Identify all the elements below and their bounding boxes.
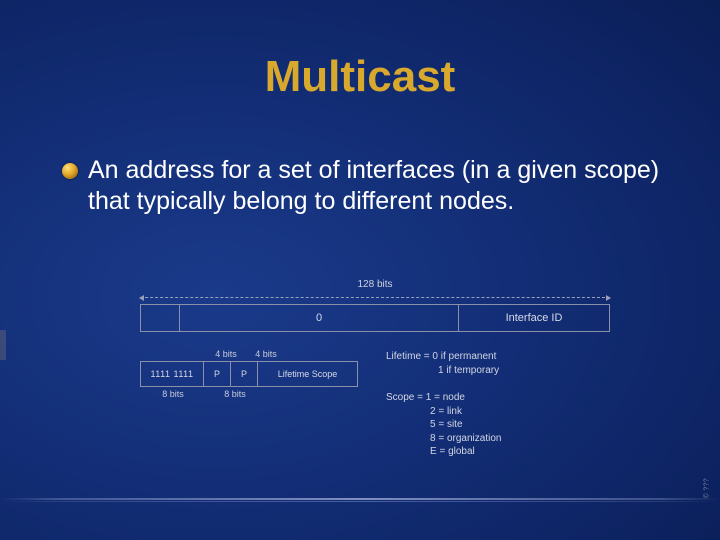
legend-lifetime-0: 0 if permanent <box>432 351 496 362</box>
legend-scope-key: Scope = <box>386 392 423 403</box>
diagram-legend: Lifetime = 0 if permanent 1 if temporary… <box>358 350 610 459</box>
sub-top-4bits-a: 4 bits <box>206 350 246 359</box>
diagram-bits-label: 128 bits <box>140 280 610 290</box>
sub-cell-prefix: 1111 1111 <box>141 362 204 386</box>
legend-lifetime-label: Lifetime = 0 if permanent <box>386 350 610 364</box>
copyright-text: © ??? <box>703 478 710 498</box>
diagram-width-arrow <box>140 293 610 301</box>
sub-cell-p1: P <box>204 362 231 386</box>
sub-cell-scope: Lifetime Scope <box>258 362 357 386</box>
legend-lifetime-key: Lifetime = <box>386 351 430 362</box>
diagram-cell-interface-id: Interface ID <box>459 305 609 331</box>
bullet-icon <box>62 163 78 179</box>
legend-scope-8: 8 = organization <box>386 432 610 446</box>
diagram-sub-table: 1111 1111 P P Lifetime Scope <box>140 361 358 387</box>
diagram-sub-block: 4 bits 4 bits 1111 1111 P P Lifetime Sco… <box>140 350 610 459</box>
legend-scope-1: 1 = node <box>426 392 465 403</box>
sub-bot-8bits-a: 8 bits <box>140 390 206 399</box>
diagram-sub-top-labels: 4 bits 4 bits <box>140 350 358 359</box>
legend-scope-2: 2 = link <box>386 405 610 419</box>
address-diagram: 128 bits 0 Interface ID 4 bits 4 bits 11… <box>140 280 610 459</box>
diagram-sub-left: 4 bits 4 bits 1111 1111 P P Lifetime Sco… <box>140 350 358 399</box>
diagram-sub-bottom-labels: 8 bits 8 bits <box>140 390 358 399</box>
slide-title: Multicast <box>0 52 720 102</box>
diagram-main-row: 0 Interface ID <box>140 304 610 332</box>
legend-lifetime-1: 1 if temporary <box>386 364 610 378</box>
diagram-cell-zero: 0 <box>180 305 459 331</box>
slide: Multicast An address for a set of interf… <box>0 0 720 540</box>
sub-cell-p2: P <box>231 362 258 386</box>
sub-bot-8bits-b: 8 bits <box>206 390 264 399</box>
diagram-cell-prefix <box>141 305 180 331</box>
slide-body: An address for a set of interfaces (in a… <box>62 155 670 218</box>
bullet-item: An address for a set of interfaces (in a… <box>62 155 670 218</box>
sub-top-blank <box>140 350 206 359</box>
bullet-text: An address for a set of interfaces (in a… <box>88 155 670 218</box>
sub-top-4bits-b: 4 bits <box>246 350 286 359</box>
side-tab-decoration <box>0 330 6 360</box>
legend-scope-e: E = global <box>386 445 610 459</box>
legend-scope-5: 5 = site <box>386 418 610 432</box>
legend-scope-group: Scope = 1 = node 2 = link 5 = site 8 = o… <box>386 391 610 459</box>
footer-divider <box>0 498 720 500</box>
